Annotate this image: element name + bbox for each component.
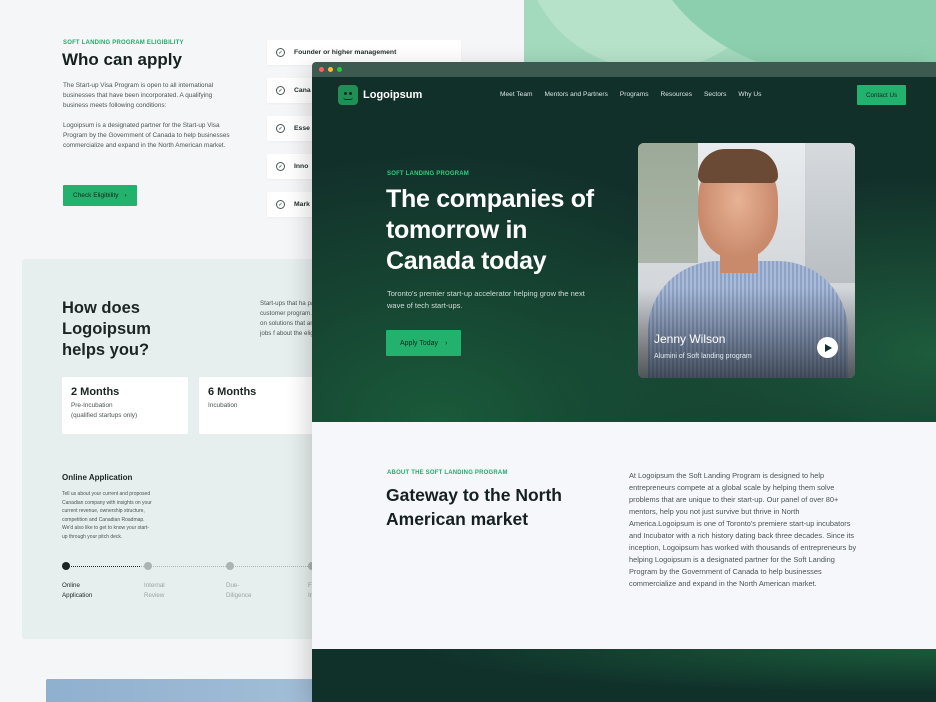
testimonial-video-card[interactable]: Jenny Wilson Alumini of Soft landing pro… (638, 143, 855, 378)
nav-sectors[interactable]: Sectors (704, 91, 726, 98)
how-section: How does Logoipsum helps you? Start-ups … (22, 259, 338, 639)
who-eyebrow: SOFT LANDING PROGRAM ELIGIBILITY (63, 40, 184, 46)
dark-footer-strip (312, 649, 936, 702)
check-circle-icon: ✓ (276, 48, 285, 57)
online-application-title: Online Application (62, 473, 133, 482)
card-title: 6 Months (208, 386, 257, 398)
maximize-dot-icon[interactable] (337, 67, 342, 72)
criteria-label: Esse (294, 125, 310, 132)
card-line: (qualified startups only) (71, 412, 138, 419)
hero-section: Logoipsum Meet Team Mentors and Partners… (312, 77, 936, 422)
about-title: Gateway to the North American market (386, 485, 562, 529)
mint-decoration (524, 0, 936, 70)
about-eyebrow: ABOUT THE SOFT LANDING PROGRAM (387, 470, 508, 476)
apply-today-label: Apply Today (400, 339, 439, 347)
about-paragraph: At Logoipsum the Soft Landing Program is… (629, 471, 857, 588)
check-circle-icon: ✓ (276, 124, 285, 133)
criteria-label: Founder or higher management (294, 49, 397, 56)
step-label: Online Application (62, 582, 93, 599)
step-label: Internal Review (144, 582, 165, 599)
step-dot[interactable] (226, 562, 234, 570)
minimize-dot-icon[interactable] (328, 67, 333, 72)
step-label: Due- Diligence (226, 582, 252, 599)
close-dot-icon[interactable] (319, 67, 324, 72)
card-line: Pre-Incubation (71, 402, 113, 409)
window-chrome (312, 62, 936, 77)
person-name: Jenny Wilson (654, 332, 726, 346)
person-role: Alumini of Soft landing program (654, 353, 752, 360)
criteria-label: Cana (294, 87, 311, 94)
step-dot[interactable] (144, 562, 152, 570)
who-title: Who can apply (62, 50, 182, 69)
chevron-right-icon: › (124, 192, 127, 199)
nav-programs[interactable]: Programs (620, 91, 649, 98)
check-eligibility-button[interactable]: Check Eligibility › (63, 185, 137, 206)
card-line: Incubation (208, 402, 238, 409)
who-paragraph-1: The Start-up Visa Program is open to all… (63, 82, 214, 109)
step-dot[interactable] (62, 562, 70, 570)
check-eligibility-label: Check Eligibility (73, 192, 119, 199)
duration-card: 6 Months Incubation (199, 377, 325, 434)
card-title: 2 Months (71, 386, 120, 398)
chevron-right-icon: › (445, 339, 448, 347)
criteria-label: Inno (294, 163, 309, 170)
nav-mentors-partners[interactable]: Mentors and Partners (545, 91, 608, 98)
logo[interactable]: Logoipsum (338, 85, 422, 105)
nav-why-us[interactable]: Why Us (738, 91, 761, 98)
nav-resources[interactable]: Resources (661, 91, 693, 98)
hero-eyebrow: SOFT LANDING PROGRAM (387, 171, 469, 177)
contact-us-button[interactable]: Contact Us (857, 85, 907, 105)
browser-window: Logoipsum Meet Team Mentors and Partners… (312, 62, 936, 702)
bottom-image (46, 679, 326, 702)
check-circle-icon: ✓ (276, 162, 285, 171)
criteria-label: Mark (294, 201, 310, 208)
duration-card: 2 Months Pre-Incubation (qualified start… (62, 377, 188, 434)
apply-today-button[interactable]: Apply Today › (386, 330, 462, 356)
who-paragraph-2: Logoipsum is a designated partner for th… (63, 122, 230, 149)
logo-mark-icon (338, 85, 358, 105)
check-circle-icon: ✓ (276, 86, 285, 95)
how-title: How does Logoipsum helps you? (62, 299, 151, 359)
play-icon[interactable] (817, 337, 838, 358)
check-circle-icon: ✓ (276, 200, 285, 209)
online-application-text: Tell us about your current and proposed … (62, 491, 152, 540)
hero-subtitle: Toronto's premier start-up accelerator h… (387, 289, 585, 310)
hero-title: The companies of tomorrow in Canada toda… (386, 185, 594, 275)
logo-text: Logoipsum (363, 89, 423, 101)
main-nav: Meet Team Mentors and Partners Programs … (500, 91, 761, 98)
nav-meet-team[interactable]: Meet Team (500, 91, 533, 98)
